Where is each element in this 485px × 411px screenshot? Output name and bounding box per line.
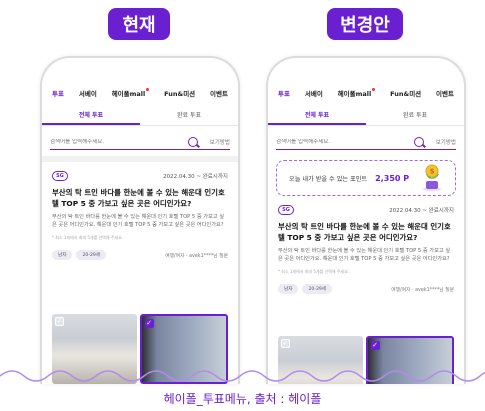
svg-text:$: $: [430, 168, 435, 176]
sg-badge-icon: SG: [278, 205, 294, 215]
tag-chip: 20-29세: [302, 284, 333, 295]
image-caption: 헤이폴_투표메뉴, 출처 : 헤이폴: [163, 392, 322, 406]
vote-note: * 최소 1개에서 최대 5개를 선택해 주세요.: [278, 269, 350, 275]
tag-chip: 남자: [278, 284, 299, 295]
nav-item-mall[interactable]: 헤이폴mall: [112, 88, 150, 98]
search-bar: 보기방법: [276, 134, 456, 150]
nav-item-fun-mission[interactable]: Fun&미션: [390, 88, 421, 98]
nav-item-mall-label: 헤이폴mall: [337, 90, 372, 98]
nav-item-fun-mission[interactable]: Fun&미션: [164, 88, 195, 98]
nav-item-vote[interactable]: 투표: [278, 88, 290, 98]
vote-card[interactable]: SG 2022.04.30 ~ 완료시까지 부산의 탁 트인 바다를 한눈에 볼…: [278, 204, 454, 295]
view-method-button[interactable]: 보기방법: [210, 138, 230, 146]
vote-tabs: 전체 투표 완료 투표: [268, 108, 464, 126]
wave-divider: [0, 370, 485, 382]
vote-author: 여행/여자 · avek1****님 질문: [165, 253, 228, 259]
view-method-button[interactable]: 보기방법: [436, 138, 456, 146]
tab-all-votes[interactable]: 전체 투표: [42, 108, 140, 125]
tab-completed-votes[interactable]: 완료 투표: [140, 108, 238, 125]
coin-plant-icon: $: [423, 164, 441, 192]
checkbox-checked-icon[interactable]: ✓: [144, 319, 154, 328]
vote-description: 부산의 탁 트인 바다를 한눈에 볼 수 있는 해운대 인기 호텔 TOP 5 …: [278, 248, 451, 263]
vote-date: 2022.04.30 ~ 완료시까지: [389, 208, 454, 214]
vote-card[interactable]: SG 2022.04.30 ~ 완료시까지 부산의 탁 트인 바다를 한눈에 볼…: [52, 170, 228, 261]
vote-author: 여행/여자 · avek1****님 질문: [391, 287, 454, 293]
search-input[interactable]: [50, 138, 188, 145]
point-value: 2,350 P: [375, 173, 410, 183]
new-dot-icon: [146, 88, 150, 91]
vote-note: * 최소 1개에서 최대 5개를 선택해 주세요.: [52, 235, 124, 241]
nav-item-mall-label: 헤이폴mall: [111, 90, 146, 98]
search-input[interactable]: [276, 138, 414, 145]
changed-label: 변경안: [327, 8, 403, 40]
checkbox-checked-icon[interactable]: ✓: [370, 341, 380, 350]
top-nav: 투표 서베이 헤이폴mall Fun&미션 이벤트: [52, 86, 228, 100]
tag-chip: 20-29세: [76, 250, 107, 261]
nav-item-survey[interactable]: 서베이: [305, 88, 323, 98]
current-label: 현재: [108, 8, 170, 40]
vote-description: 부산의 탁 트인 바다를 한눈에 볼 수 있는 해운대 인기 호텔 TOP 5 …: [52, 214, 225, 229]
phone-changed: 투표 서베이 헤이폴mall Fun&미션 이벤트 전체 투표 완료 투표 보기…: [266, 56, 466, 384]
checkbox-icon[interactable]: ✓: [281, 339, 290, 348]
nav-item-vote[interactable]: 투표: [52, 88, 64, 98]
vote-title: 부산의 탁 트인 바다를 한눈에 볼 수 있는 해운대 인기호텔 TOP 5 중…: [278, 222, 451, 242]
nav-item-event[interactable]: 이벤트: [210, 88, 228, 98]
vote-tabs: 전체 투표 완료 투표: [42, 108, 238, 126]
tab-all-votes[interactable]: 전체 투표: [268, 108, 366, 125]
phone-current: 투표 서베이 헤이폴mall Fun&미션 이벤트 전체 투표 완료 투표 보기…: [40, 56, 240, 384]
nav-item-survey[interactable]: 서베이: [79, 88, 97, 98]
sg-badge-icon: SG: [52, 171, 68, 181]
search-icon[interactable]: [413, 136, 424, 147]
divider: [42, 156, 238, 162]
search-bar: 보기방법: [50, 134, 230, 150]
top-nav: 투표 서베이 헤이폴mall Fun&미션 이벤트: [278, 86, 454, 100]
point-banner[interactable]: 오늘 내가 받을 수 있는 포인트 2,350 P $: [276, 160, 456, 196]
tab-completed-votes[interactable]: 완료 투표: [366, 108, 464, 125]
tag-chip: 남자: [52, 250, 73, 261]
search-icon[interactable]: [187, 136, 198, 147]
vote-title: 부산의 탁 트인 바다를 한눈에 볼 수 있는 해운대 인기호텔 TOP 5 중…: [52, 188, 225, 208]
nav-item-mall[interactable]: 헤이폴mall: [338, 88, 376, 98]
new-dot-icon: [372, 88, 376, 91]
nav-item-event[interactable]: 이벤트: [436, 88, 454, 98]
checkbox-icon[interactable]: ✓: [55, 317, 64, 326]
point-label: 오늘 내가 받을 수 있는 포인트: [289, 175, 368, 183]
vote-date: 2022.04.30 ~ 완료시까지: [163, 174, 228, 180]
